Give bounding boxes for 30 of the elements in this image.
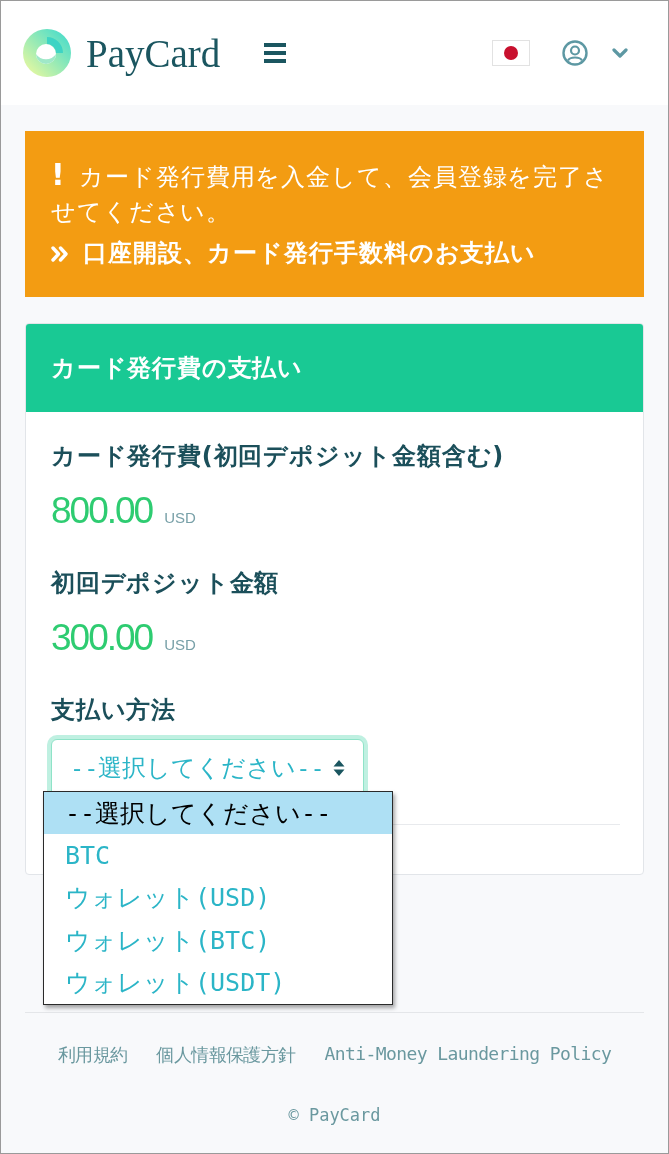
dropdown-option[interactable]: ウォレット(USDT) <box>44 961 392 1004</box>
double-chevron-icon <box>51 245 69 262</box>
user-icon <box>562 40 588 66</box>
copyright-text: © PayCard <box>288 1105 381 1125</box>
user-button[interactable] <box>562 40 588 66</box>
field-label: 支払い方法 <box>51 695 177 726</box>
footer-link[interactable]: 個人情報保護方針 <box>156 1043 296 1067</box>
dropdown-option[interactable]: --選択してください-- <box>44 792 392 835</box>
footer-link[interactable]: Anti-Money Laundering Policy <box>324 1043 612 1067</box>
dropdown-option[interactable]: ウォレット(USD) <box>44 876 392 920</box>
menu-button[interactable] <box>264 43 287 63</box>
alert-message: ! カード発行費用を入金して、会員登録を完了させてください。 <box>51 160 611 228</box>
payment-link[interactable]: 口座開設、カード発行手数料のお支払い <box>83 236 537 271</box>
account-dropdown-button[interactable] <box>612 48 628 58</box>
japan-flag-icon <box>492 40 530 66</box>
amount-value: 800.00 <box>51 489 153 533</box>
field-label: カード発行費(初回デポジット金額含む) <box>51 441 506 472</box>
currency-label: USD <box>164 509 196 526</box>
logo-icon <box>23 29 71 77</box>
dropdown-option[interactable]: BTC <box>44 834 392 877</box>
dropdown-option[interactable]: ウォレット(BTC) <box>44 919 392 962</box>
card-title: カード発行費の支払い <box>51 353 303 384</box>
field-label: 初回デポジット金額 <box>51 568 281 599</box>
language-button[interactable] <box>492 40 530 66</box>
currency-label: USD <box>164 636 196 653</box>
menu-icon <box>264 43 287 63</box>
sort-arrows-icon <box>333 759 345 777</box>
amount-value: 300.00 <box>51 616 153 660</box>
footer-link[interactable]: 利用規約 <box>57 1043 128 1067</box>
caret-icon <box>612 48 628 58</box>
